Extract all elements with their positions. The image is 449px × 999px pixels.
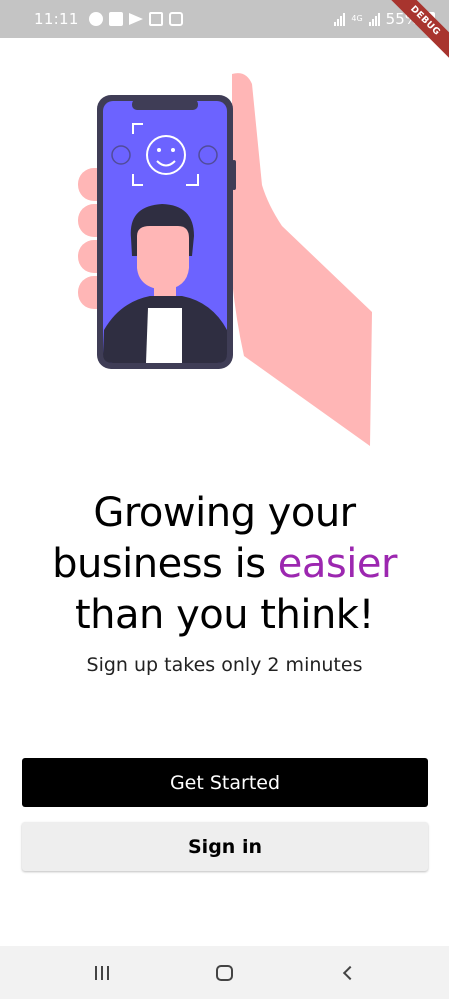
navigation-bar <box>0 946 449 999</box>
smiley-eye-left <box>157 148 161 152</box>
headline-accent-word: easier <box>277 541 398 587</box>
status-left: 11:11 <box>34 10 183 28</box>
signal-icon-2 <box>368 12 380 26</box>
headline-line-3: than you think! <box>74 592 375 638</box>
check-icon <box>108 12 123 26</box>
phone-notch <box>132 99 198 110</box>
person-face <box>137 226 189 290</box>
headline-line-1: Growing your <box>93 490 356 536</box>
message-icon <box>168 12 183 26</box>
get-started-button[interactable]: Get Started <box>22 758 428 807</box>
hand-shape <box>232 73 372 446</box>
recents-icon <box>94 965 109 980</box>
sync-icon <box>88 12 103 26</box>
telegram-icon <box>128 13 143 25</box>
status-bar: 11:11 4G 55% <box>0 0 449 38</box>
smiley-eye-right <box>171 148 175 152</box>
sign-in-button[interactable]: Sign in <box>22 822 428 871</box>
network-type: 4G <box>351 15 362 23</box>
person-shirt <box>146 308 182 363</box>
back-button[interactable] <box>328 953 368 993</box>
hero-illustration <box>78 73 372 446</box>
gallery-icon <box>148 12 163 26</box>
home-icon <box>216 964 233 981</box>
network-label: 4G <box>351 14 363 23</box>
recents-button[interactable] <box>82 953 122 993</box>
subtitle: Sign up takes only 2 minutes <box>86 654 363 676</box>
back-icon <box>342 965 357 980</box>
status-time: 11:11 <box>34 10 79 28</box>
headline: Growing your business is easier than you… <box>0 488 449 641</box>
headline-line-2-start: business is <box>52 541 278 587</box>
phone-side-button <box>232 160 236 190</box>
headline-line-2: business is easier <box>0 539 449 590</box>
home-button[interactable] <box>205 953 245 993</box>
signal-icon <box>334 12 346 26</box>
